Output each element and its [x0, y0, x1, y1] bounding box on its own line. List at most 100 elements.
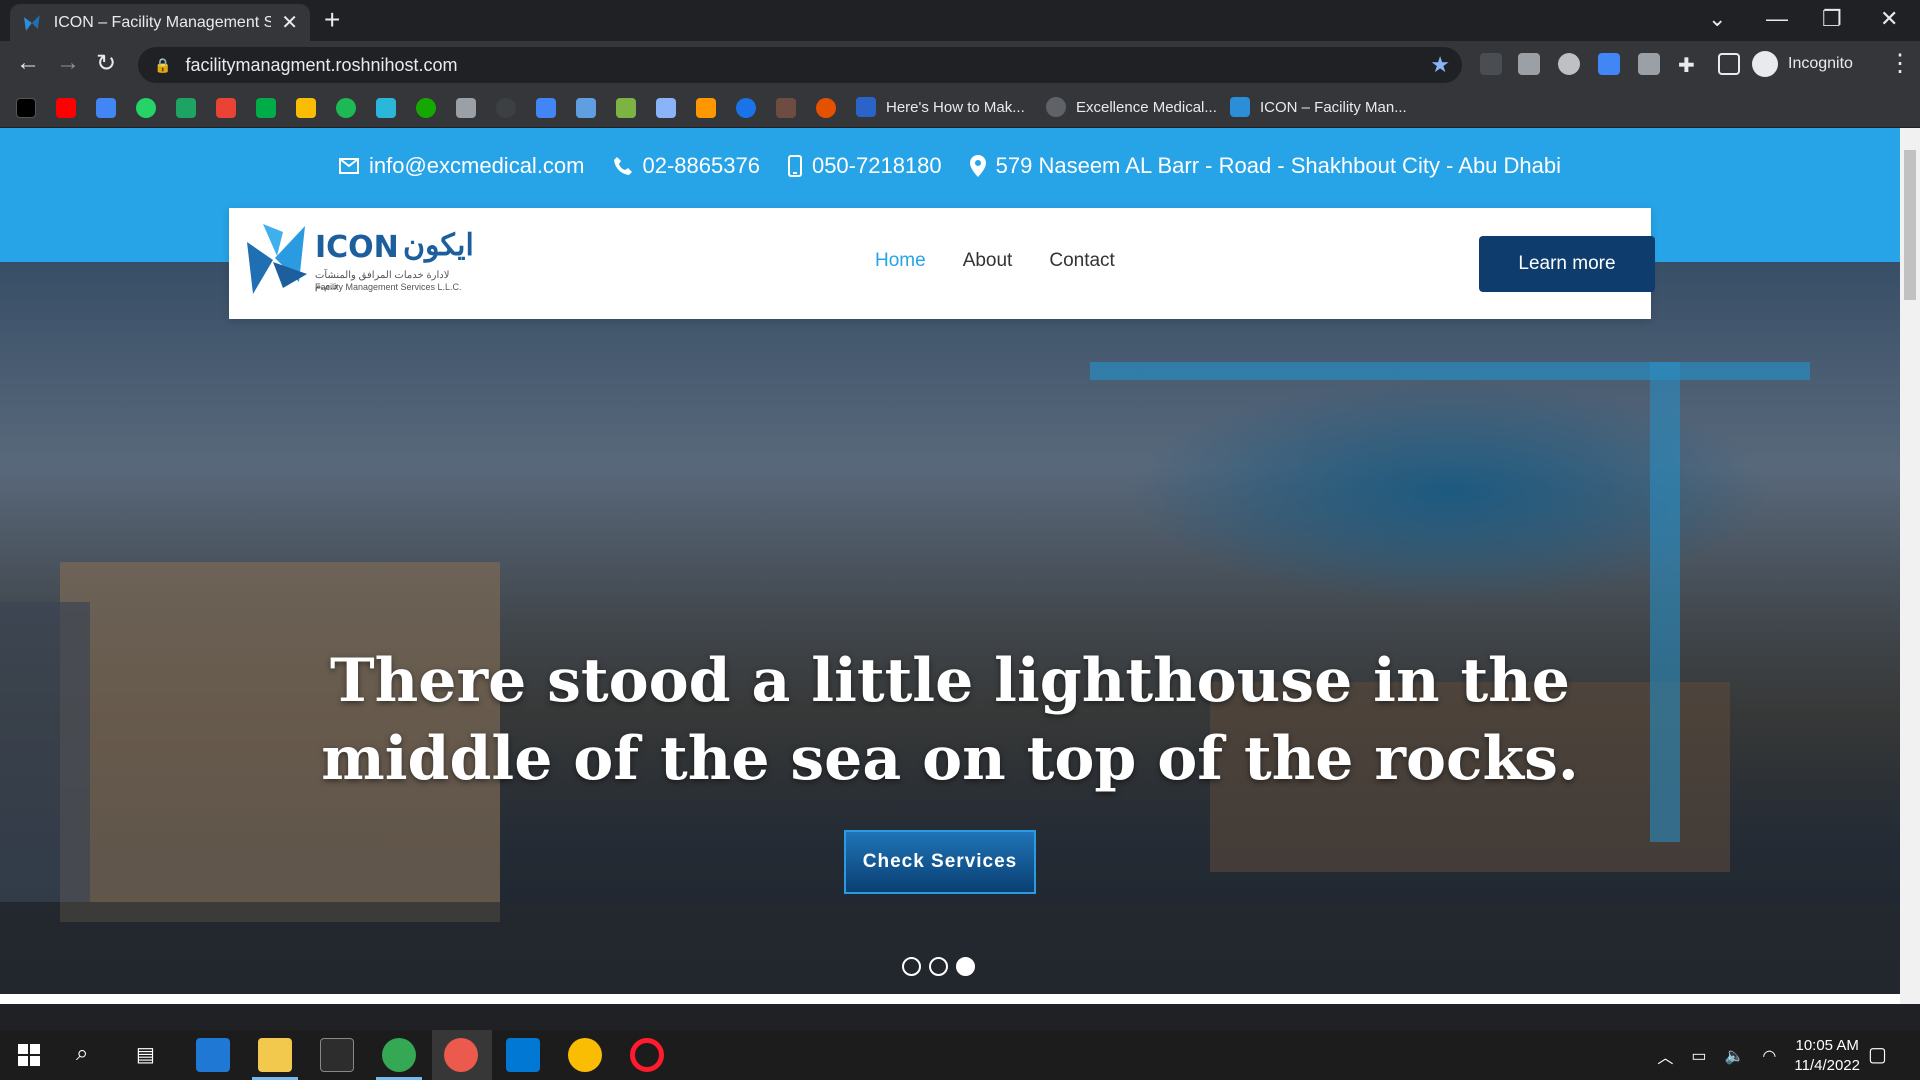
game-icon[interactable] [816, 98, 836, 118]
translate-extension-icon[interactable] [1598, 53, 1620, 75]
windows-taskbar: ⌕ ▤ ︿ ▭ 🔈 ◠ 10:05 AM 11/4/2022 ▢ [0, 1030, 1920, 1080]
s-extension-icon[interactable] [1558, 53, 1580, 75]
bookmark-item[interactable]: Here's How to Mak... [856, 97, 1025, 117]
email-text: info@excmedical.com [368, 153, 585, 178]
terminal-icon[interactable] [320, 1038, 354, 1072]
site-logo[interactable]: ICON ايكون لادارة خدمات المرافق والمنشآت… [243, 222, 474, 302]
bookmark-item[interactable]: ICON – Facility Man... [1230, 97, 1407, 117]
wifi-icon[interactable]: ◠ [1762, 1046, 1776, 1066]
feedly-icon[interactable] [336, 98, 356, 118]
vs-icon [856, 97, 876, 117]
apps-grid-icon[interactable] [536, 98, 556, 118]
book-icon[interactable] [776, 98, 796, 118]
drive-icon[interactable] [296, 98, 316, 118]
lock-icon: 🔒 [154, 56, 172, 73]
clock[interactable]: 10:05 AM 11/4/2022 [1794, 1036, 1860, 1076]
back-icon[interactable]: ← [16, 49, 40, 77]
incognito-profile[interactable]: Incognito [1752, 47, 1853, 81]
sheet-icon[interactable] [616, 98, 636, 118]
incognito-icon [1752, 51, 1778, 77]
search-icon[interactable]: ⌕ [76, 1040, 88, 1066]
hero-slider: There stood a little lighthouse in the m… [0, 262, 1900, 994]
meet-icon[interactable] [256, 98, 276, 118]
icon-logo-icon [23, 14, 40, 31]
learn-more-button[interactable]: Learn more [1479, 236, 1655, 292]
bookmark-7-icon[interactable] [16, 98, 36, 118]
slider-dot-3[interactable] [956, 957, 975, 976]
whatsapp-icon[interactable] [136, 98, 156, 118]
camera-extension-icon[interactable] [1518, 53, 1540, 75]
side-panel-icon[interactable] [1718, 53, 1740, 75]
screenshot-icon[interactable] [736, 98, 756, 118]
bookmark-star-icon[interactable]: ★ [1430, 52, 1450, 78]
volume-icon[interactable]: 🔈 [1724, 1046, 1744, 1066]
youtube-icon[interactable] [56, 98, 76, 118]
chrome-profile-icon[interactable] [568, 1038, 602, 1072]
extensions-puzzle-icon[interactable]: ✚ [1678, 53, 1700, 77]
check-services-button[interactable]: Check Services [844, 830, 1036, 894]
chrome-icon[interactable] [382, 1038, 416, 1072]
opera-icon[interactable] [630, 1038, 664, 1072]
notifications-icon[interactable]: ▢ [1868, 1042, 1887, 1067]
nav-about[interactable]: About [963, 250, 1013, 272]
forward-icon[interactable]: → [56, 49, 80, 77]
main-nav: Home About Contact [875, 250, 1115, 272]
restore-button[interactable]: ❐ [1822, 6, 1842, 32]
github-icon[interactable] [496, 98, 516, 118]
address-bar[interactable]: 🔒 facilitymanagment.roshnihost.com ★ [138, 47, 1462, 83]
check-icon[interactable] [376, 98, 396, 118]
globe-icon [1046, 97, 1066, 117]
battery-icon[interactable]: ▭ [1691, 1046, 1706, 1066]
mobile-contact[interactable]: 050-7218180 [787, 153, 942, 179]
tab-strip: ICON – Facility Management Ser ✕ + ⌄ — ❐… [0, 0, 1920, 41]
site-header: ICON ايكون لادارة خدمات المرافق والمنشآت… [229, 208, 1655, 319]
upwork-icon[interactable] [416, 98, 436, 118]
icon-logo-icon [1230, 97, 1250, 117]
tray-chevron-icon[interactable]: ︿ [1657, 1044, 1673, 1068]
fire-icon[interactable] [696, 98, 716, 118]
address-contact: 579 Naseem AL Barr - Road - Shakhbout Ci… [969, 153, 1562, 179]
mobile-icon [787, 155, 802, 177]
slider-dot-2[interactable] [929, 957, 948, 976]
chat-icon[interactable] [176, 98, 196, 118]
nav-home[interactable]: Home [875, 250, 926, 272]
gmail-icon[interactable] [216, 98, 236, 118]
docs-icon[interactable] [456, 98, 476, 118]
phone-contact[interactable]: 02-8865376 [613, 153, 760, 179]
scroll-thumb[interactable] [1904, 150, 1916, 300]
image-extension-icon[interactable] [1638, 53, 1660, 75]
slider-dot-1[interactable] [902, 957, 921, 976]
bookmark-item[interactable]: Excellence Medical... [1046, 97, 1217, 117]
new-tab-button[interactable]: + [324, 6, 340, 34]
hero-title: There stood a little lighthouse in the m… [0, 642, 1900, 798]
vscode-icon[interactable] [506, 1038, 540, 1072]
logo-text-ar: ايكون [403, 229, 474, 262]
address-text: 579 Naseem AL Barr - Road - Shakhbout Ci… [995, 153, 1562, 178]
email-contact[interactable]: info@excmedical.com [338, 153, 585, 179]
nav-contact[interactable]: Contact [1049, 250, 1114, 272]
tab-active[interactable]: ICON – Facility Management Ser ✕ [10, 4, 310, 41]
file-explorer-icon[interactable] [258, 1038, 292, 1072]
url-text: facilitymanagment.roshnihost.com [185, 54, 458, 75]
close-window-button[interactable]: ✕ [1880, 6, 1898, 32]
clock-date: 11/4/2022 [1794, 1057, 1860, 1074]
browser-toolbar: ← → ↻ 🔒 facilitymanagment.roshnihost.com… [0, 41, 1920, 89]
tab-search-icon[interactable]: ⌄ [1708, 6, 1726, 32]
reload-icon[interactable]: ↻ [96, 49, 116, 78]
task-view-icon[interactable]: ▤ [136, 1042, 155, 1067]
windows-start-icon[interactable] [18, 1044, 40, 1066]
translate-icon[interactable] [96, 98, 116, 118]
mail-icon[interactable] [196, 1038, 230, 1072]
map-pin-icon [969, 155, 986, 177]
gt-icon[interactable] [656, 98, 676, 118]
crane-beam [1090, 362, 1810, 380]
menu-kebab-icon[interactable]: ⋮ [1888, 49, 1912, 78]
minimize-button[interactable]: — [1766, 6, 1788, 32]
tab-close-icon[interactable]: ✕ [281, 10, 298, 35]
system-tray: ︿ ▭ 🔈 ◠ 10:05 AM 11/4/2022 [1657, 1036, 1860, 1076]
pen-extension-icon[interactable] [1480, 53, 1502, 75]
page-scrollbar[interactable] [1900, 128, 1920, 1004]
logo-sub-en: Facility Management Services L.L.C. [315, 282, 462, 292]
cloud-icon[interactable] [576, 98, 596, 118]
phone-text: 02-8865376 [642, 153, 760, 178]
